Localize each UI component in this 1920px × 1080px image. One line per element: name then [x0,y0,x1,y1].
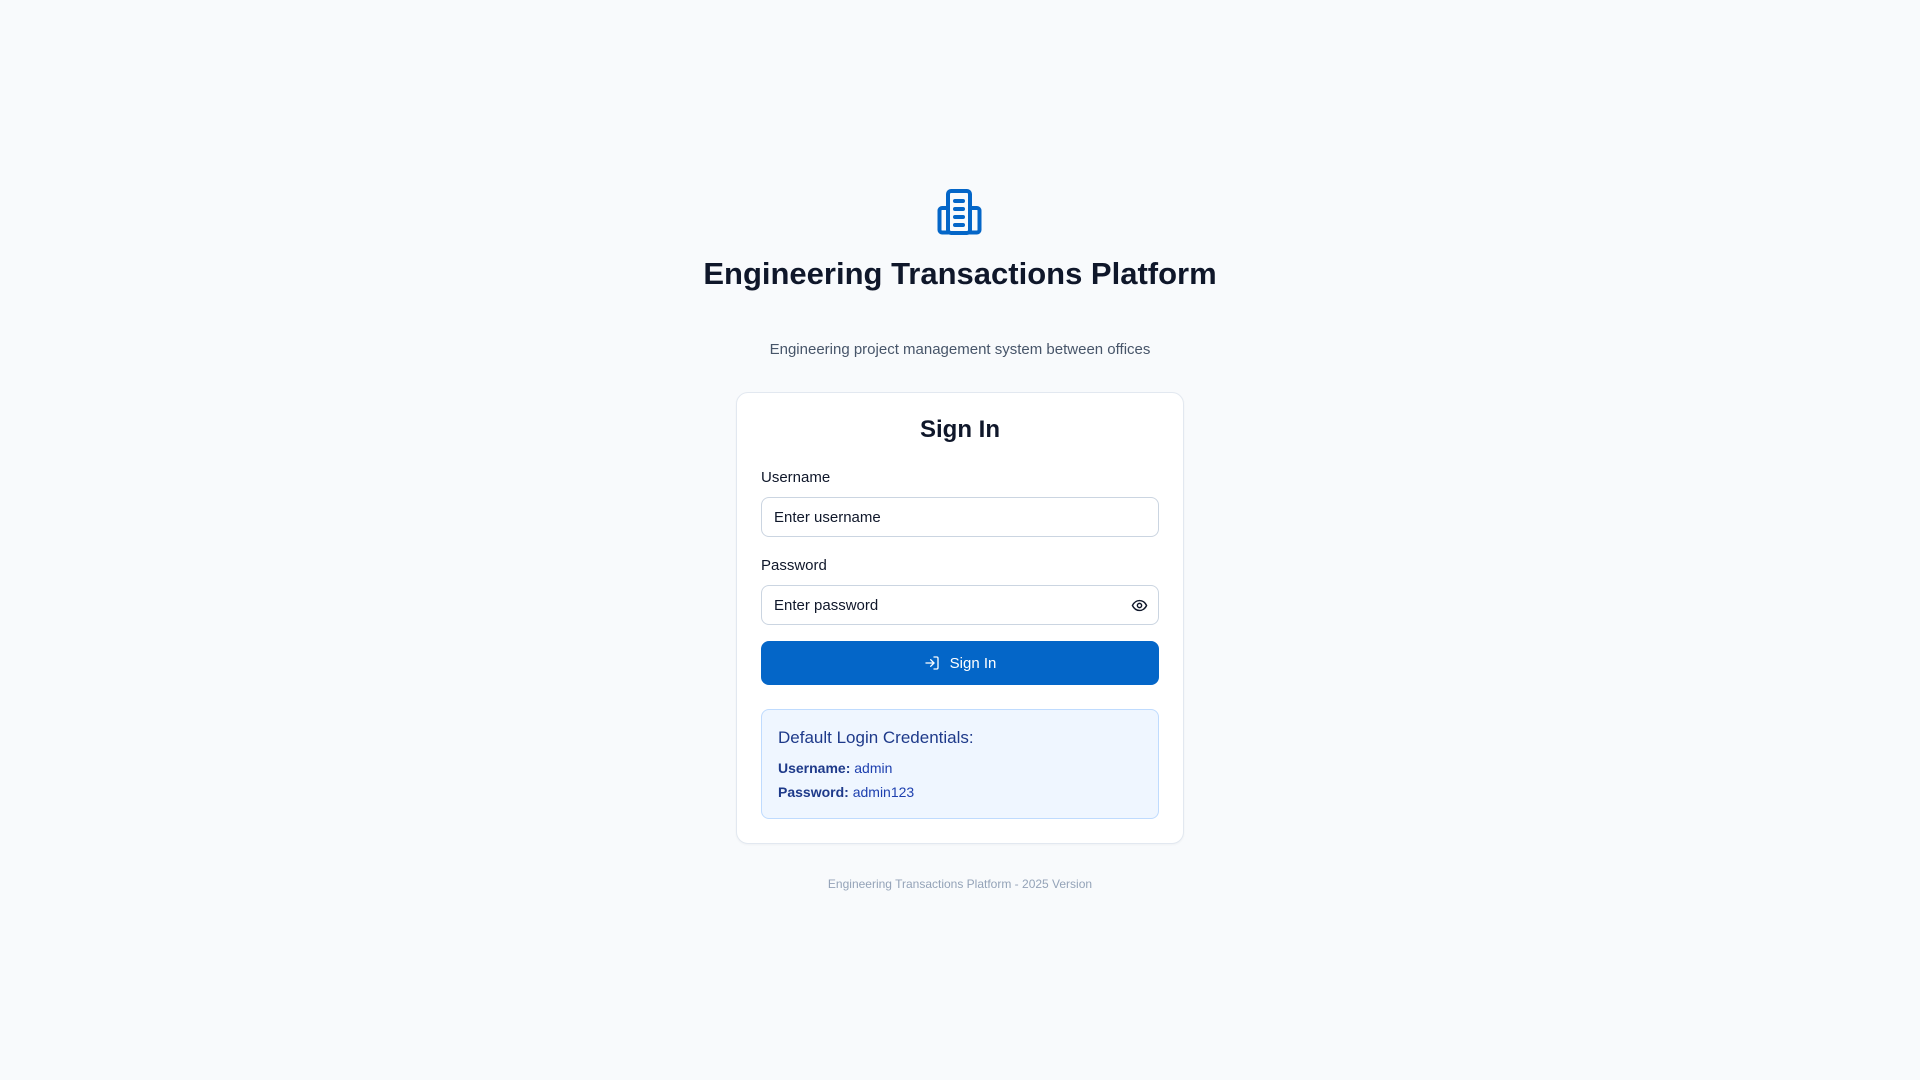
log-in-icon [924,655,940,671]
password-input[interactable] [761,585,1159,625]
credentials-username-label: Username: [778,760,851,776]
credentials-hint: Default Login Credentials: Username: adm… [761,709,1159,819]
login-heading: Sign In [920,416,1000,443]
credentials-username: Username: admin [778,760,892,777]
credentials-password-value: admin123 [852,784,915,800]
app-title: Engineering Transactions Platform [703,256,1217,291]
credentials-title: Default Login Credentials: [778,728,974,747]
credentials-username-value: admin [854,760,893,776]
sign-in-button[interactable]: Sign In [761,641,1159,685]
building-icon [937,188,983,236]
credentials-password: Password: admin123 [778,784,914,801]
login-card: Sign In Username Password Sign In Defaul… [736,392,1184,844]
footer-text: Engineering Transactions Platform - 2025… [827,877,1093,891]
credentials-password-label: Password: [778,784,849,800]
password-label: Password [761,557,827,574]
login-page: Engineering Transactions Platform Engine… [0,0,1920,1080]
eye-icon[interactable] [1129,595,1149,615]
app-subtitle: Engineering project management system be… [769,341,1151,358]
sign-in-button-label: Sign In [949,654,997,672]
username-input[interactable] [761,497,1159,537]
username-label: Username [761,469,831,486]
